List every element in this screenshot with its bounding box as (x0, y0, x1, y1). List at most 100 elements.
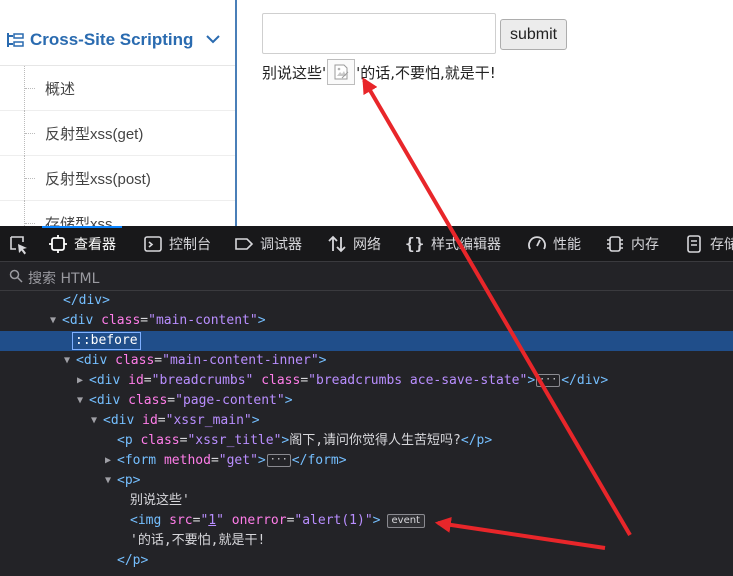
sidebar-item-label: 反射型xss(post) (45, 171, 151, 188)
attr-name: class (140, 433, 180, 448)
dom-node-row[interactable]: <p class="xssr_title">阁下,请问你觉得人生苦短吗?</p> (0, 431, 733, 451)
dom-node-row[interactable]: </p> (0, 551, 733, 571)
tree-guide-branch (25, 178, 35, 179)
web-page: Cross-Site Scripting 概述 反射型xss(get) 反射型x… (0, 0, 733, 226)
dom-node-row[interactable]: ▼ <p> (0, 471, 733, 491)
pseudo-element: ::before (72, 332, 141, 350)
collapsed-content-ellipsis[interactable]: ··· (536, 374, 561, 387)
sidebar-section-title: Cross-Site Scripting (30, 30, 194, 49)
attr-name: id (142, 413, 158, 428)
sidebar-item-stored[interactable]: 存储型xss (0, 201, 235, 226)
tag-name: div (110, 413, 135, 428)
attr-name: class (261, 373, 301, 388)
expand-toggle-icon[interactable]: ▼ (103, 471, 113, 491)
open-tag: <p> (117, 473, 141, 488)
chevron-down-icon[interactable] (205, 33, 221, 45)
xss-result-text: 别说这些' '的话,不要怕,就是干! (262, 59, 496, 85)
dom-node-row[interactable]: ▼ <div id="xssr_main"> (0, 411, 733, 431)
close-tag: </p> (460, 433, 493, 448)
xss-message-input[interactable] (262, 13, 496, 54)
collapsed-content-ellipsis[interactable]: ··· (266, 454, 291, 467)
expand-toggle-icon[interactable]: ▼ (62, 351, 72, 371)
tab-network[interactable]: 网络 (327, 226, 381, 262)
dom-node-row[interactable]: </div> (0, 291, 733, 311)
tab-label: 网络 (353, 237, 381, 253)
tab-console[interactable]: 控制台 (143, 226, 211, 262)
tab-label: 样式编辑器 (431, 237, 501, 253)
devtools-toolbar: 查看器 控制台 调试器 网络 {} 样式编辑器 性能 内存 存储 (0, 226, 733, 262)
result-text-after: '的话,不要怕,就是干! (356, 63, 496, 82)
close-tag: </div> (63, 293, 110, 308)
sidebar-item-label: 反射型xss(get) (45, 126, 144, 143)
text-node: 阁下,请问你觉得人生苦短吗? (289, 433, 461, 448)
dom-node-row[interactable]: ▶ <form method="get"> ··· </form> (0, 451, 733, 471)
text-node: 别说这些' (130, 493, 190, 508)
devtools-panel: 查看器 控制台 调试器 网络 {} 样式编辑器 性能 内存 存储 搜索 HTML… (0, 226, 733, 576)
submit-button[interactable]: submit (500, 19, 567, 50)
dom-node-row[interactable]: ▼ <div class="main-content"> (0, 311, 733, 331)
element-picker-icon[interactable] (8, 234, 30, 256)
tab-label: 性能 (553, 237, 581, 253)
search-placeholder: 搜索 HTML (28, 271, 100, 287)
dom-node-row[interactable]: '的话,不要怕,就是干! (0, 531, 733, 551)
close-tag: </form> (291, 453, 347, 468)
debugger-icon (235, 238, 254, 250)
attr-name: class (101, 313, 141, 328)
tree-guide-branch (25, 133, 35, 134)
expand-toggle-icon[interactable]: ▶ (75, 371, 85, 391)
tag-name: div (96, 393, 121, 408)
expand-toggle-icon[interactable]: ▼ (75, 391, 85, 411)
expand-toggle-icon[interactable]: ▼ (89, 411, 99, 431)
tab-label: 存储 (710, 237, 733, 253)
close-tag: </p> (117, 553, 149, 568)
sidebar-section-xss[interactable]: Cross-Site Scripting (0, 13, 235, 66)
dom-node-row-selected[interactable]: ::before (0, 331, 733, 351)
expand-toggle-icon[interactable]: ▼ (48, 311, 58, 331)
result-text-before: 别说这些' (262, 63, 327, 82)
tab-inspector[interactable]: 查看器 (42, 226, 122, 262)
attr-name: id (128, 373, 144, 388)
attr-value: breadcrumbs ace-save-state (316, 373, 520, 388)
tab-storage[interactable]: 存储 (684, 226, 733, 262)
sidebar-item-label: 存储型xss (45, 216, 113, 226)
network-icon (328, 235, 346, 253)
event-badge[interactable]: event (386, 513, 425, 528)
main-content: submit 别说这些' '的话,不要怕,就是干! (239, 0, 733, 226)
performance-icon (528, 236, 546, 250)
attr-value: main-content-inner (169, 353, 311, 368)
sidebar-item-reflected-post[interactable]: 反射型xss(post) (0, 156, 235, 201)
attr-value: main-content (155, 313, 250, 328)
expand-toggle-icon[interactable]: ▶ (103, 451, 113, 471)
tab-label: 查看器 (74, 237, 116, 253)
sidebar-item-label: 概述 (45, 81, 76, 98)
tree-list-icon (7, 33, 24, 47)
style-editor-icon: {} (405, 234, 425, 253)
attr-value[interactable]: 1 (208, 513, 216, 528)
storage-icon (687, 235, 701, 253)
dom-node-row[interactable]: 别说这些' (0, 491, 733, 511)
attr-name: onerror (231, 513, 287, 528)
tab-memory[interactable]: 内存 (605, 226, 659, 262)
sidebar-item-overview[interactable]: 概述 (0, 66, 235, 111)
dom-node-row[interactable]: ▼ <div class="main-content-inner"> (0, 351, 733, 371)
tab-performance[interactable]: 性能 (527, 226, 581, 262)
attr-value: xssr_title (195, 433, 274, 448)
dom-node-row[interactable]: <img src="1" onerror="alert(1)"> event (0, 511, 733, 531)
attr-value: page-content (182, 393, 277, 408)
tab-style-editor[interactable]: {} 样式编辑器 (405, 226, 501, 262)
tab-label: 调试器 (260, 237, 302, 253)
tab-debugger[interactable]: 调试器 (234, 226, 302, 262)
dom-node-row[interactable]: ▼ <div class="page-content"> (0, 391, 733, 411)
tag-name: div (69, 313, 94, 328)
tag-name: div (96, 373, 121, 388)
dom-node-row[interactable]: ▶ <div id="breadcrumbs" class="breadcrum… (0, 371, 733, 391)
attr-name: src (169, 513, 193, 528)
dom-tree: </div> ▼ <div class="main-content"> ::be… (0, 291, 733, 576)
attr-value: breadcrumbs (159, 373, 246, 388)
console-icon (144, 236, 162, 252)
tag-name: p (124, 433, 133, 448)
html-search-bar[interactable]: 搜索 HTML (0, 262, 733, 291)
attr-value: xssr_main (173, 413, 244, 428)
broken-image-icon[interactable] (327, 59, 356, 85)
sidebar-item-reflected-get[interactable]: 反射型xss(get) (0, 111, 235, 156)
